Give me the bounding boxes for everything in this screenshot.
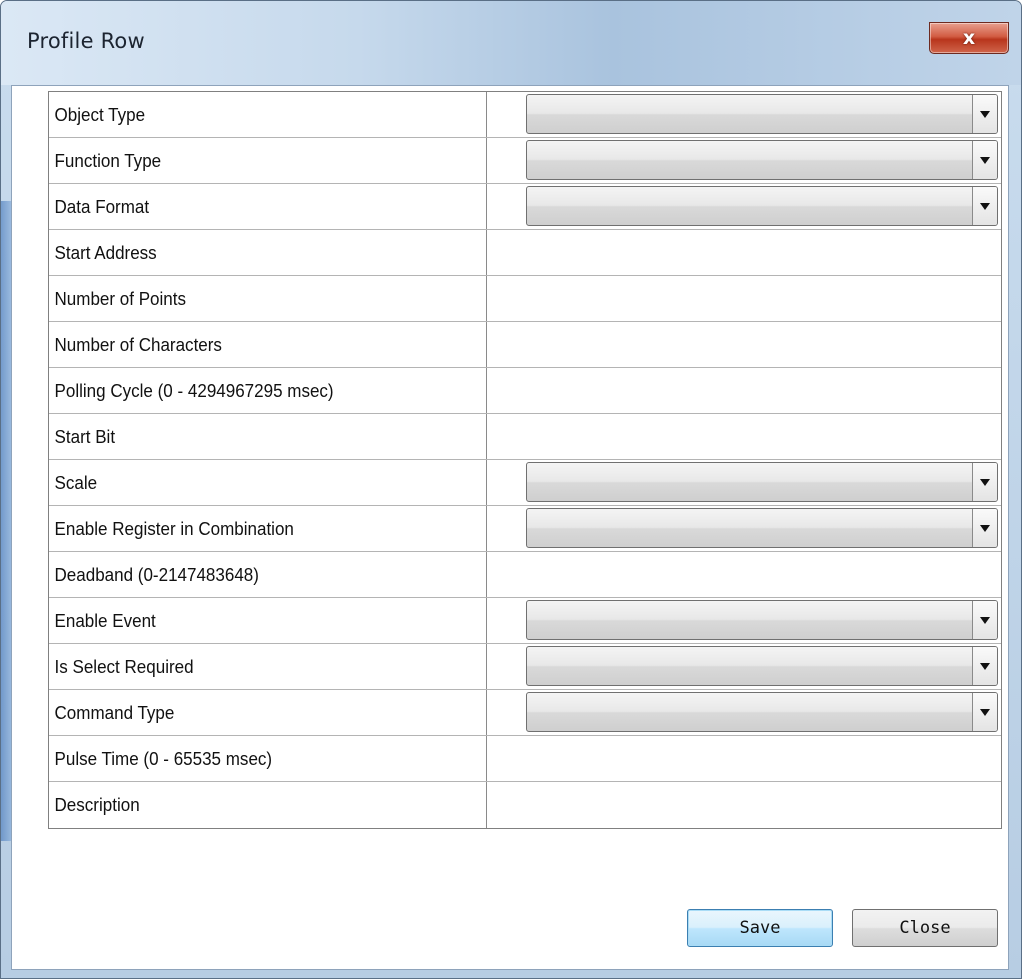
scale-label: Scale [49,460,487,505]
grid-row-number-of-characters: Number of Characters [49,322,1001,368]
command-type-label: Command Type [49,690,487,735]
deadband-field[interactable] [525,552,1001,597]
function-type-dropdown[interactable] [526,140,998,180]
grid-row-is-select-required: Is Select Required [49,644,1001,690]
close-icon: x [962,27,976,49]
deadband-label: Deadband (0-2147483648) [49,552,487,597]
window-frame-accent [1,201,11,841]
grid-row-description: Description [49,782,1001,828]
grid-row-enable-register-in-combination: Enable Register in Combination [49,506,1001,552]
enable-event-cell [525,598,1001,643]
chevron-down-icon[interactable] [972,187,997,225]
data-format-dropdown[interactable] [526,186,998,226]
grid-row-start-bit: Start Bit [49,414,1001,460]
object-type-cell [525,92,1001,137]
chevron-down-icon[interactable] [972,141,997,179]
scale-cell [525,460,1001,505]
number-of-points-field[interactable] [525,276,1001,321]
grid-row-polling-cycle: Polling Cycle (0 - 4294967295 msec) [49,368,1001,414]
polling-cycle-field[interactable] [525,368,1001,413]
property-grid: Object Type Function Type Data Format Start… [48,91,1002,829]
object-type-dropdown[interactable] [526,94,998,134]
grid-row-command-type: Command Type [49,690,1001,736]
number-of-points-label: Number of Points [49,276,487,321]
chevron-down-icon[interactable] [972,693,997,731]
dialog-body: Object Type Function Type Data Format Start… [11,85,1009,970]
window-title: Profile Row [27,29,145,53]
command-type-dropdown[interactable] [526,692,998,732]
polling-cycle-label: Polling Cycle (0 - 4294967295 msec) [49,368,487,413]
start-address-label: Start Address [49,230,487,275]
description-field[interactable] [525,782,1001,828]
profile-row-dialog: Profile Row x Object Type Function Type Da… [0,0,1022,979]
number-of-characters-field[interactable] [525,322,1001,367]
grid-row-function-type: Function Type [49,138,1001,184]
chevron-down-icon[interactable] [972,463,997,501]
data-format-cell [525,184,1001,229]
is-select-required-label: Is Select Required [49,644,487,689]
title-bar[interactable]: Profile Row x [1,1,1021,85]
grid-row-pulse-time: Pulse Time (0 - 65535 msec) [49,736,1001,782]
chevron-down-icon[interactable] [972,95,997,133]
is-select-required-cell [525,644,1001,689]
start-address-field[interactable] [525,230,1001,275]
close-button[interactable]: Close [852,909,998,947]
pulse-time-label: Pulse Time (0 - 65535 msec) [49,736,487,781]
grid-row-enable-event: Enable Event [49,598,1001,644]
grid-row-start-address: Start Address [49,230,1001,276]
number-of-characters-label: Number of Characters [49,322,487,367]
chevron-down-icon[interactable] [972,647,997,685]
grid-row-data-format: Data Format [49,184,1001,230]
enable-register-in-combination-cell [525,506,1001,551]
description-label: Description [49,782,487,828]
chevron-down-icon[interactable] [972,601,997,639]
function-type-label: Function Type [49,138,487,183]
enable-register-in-combination-dropdown[interactable] [526,508,998,548]
scale-dropdown[interactable] [526,462,998,502]
pulse-time-field[interactable] [525,736,1001,781]
object-type-label: Object Type [49,92,487,137]
grid-row-number-of-points: Number of Points [49,276,1001,322]
function-type-cell [525,138,1001,183]
chevron-down-icon[interactable] [972,509,997,547]
enable-register-in-combination-label: Enable Register in Combination [49,506,487,551]
grid-row-object-type: Object Type [49,92,1001,138]
save-button[interactable]: Save [687,909,833,947]
start-bit-label: Start Bit [49,414,487,459]
enable-event-label: Enable Event [49,598,487,643]
start-bit-field[interactable] [525,414,1001,459]
grid-row-deadband: Deadband (0-2147483648) [49,552,1001,598]
command-type-cell [525,690,1001,735]
enable-event-dropdown[interactable] [526,600,998,640]
grid-row-scale: Scale [49,460,1001,506]
window-close-button[interactable]: x [929,22,1009,54]
is-select-required-dropdown[interactable] [526,646,998,686]
data-format-label: Data Format [49,184,487,229]
